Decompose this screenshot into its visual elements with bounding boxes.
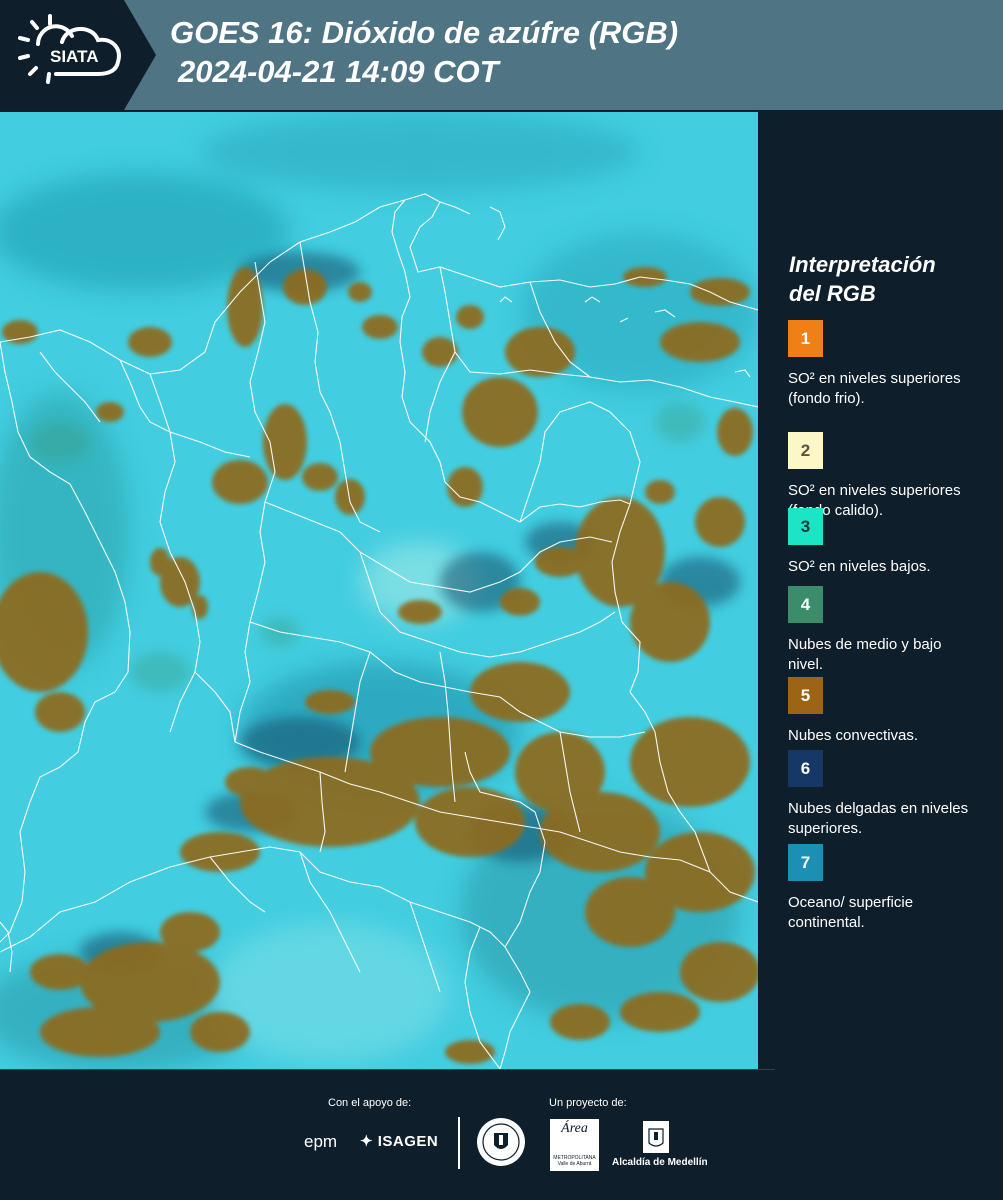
legend-title-line1: Interpretación [789, 252, 936, 277]
isagen-label: ISAGEN [377, 1133, 439, 1150]
epm-logo[interactable]: epm [304, 1132, 337, 1152]
legend-title: Interpretación del RGB [789, 250, 989, 308]
legend-swatch: 7 [788, 844, 823, 881]
area-logo-subtext: METROPOLITANA Valle de Aburrá [553, 1155, 596, 1167]
alcaldia-label[interactable]: Alcaldía de Medellín [612, 1157, 708, 1168]
legend-swatch: 4 [788, 586, 823, 623]
legend-swatch: 1 [788, 320, 823, 357]
legend-item-6: 6 Nubes delgadas en niveles superiores. [788, 750, 978, 839]
support-label: Con el apoyo de: [328, 1097, 412, 1109]
legend-label: Nubes delgadas en niveles superiores. [788, 800, 969, 837]
header: SIATA GOES 16: Dióxido de azúfre (RGB) 2… [0, 0, 1003, 110]
legend-panel: Interpretación del RGB 1 SO² en niveles s… [760, 112, 1003, 1069]
legend-title-line2: del RGB [789, 281, 876, 306]
sun-cloud-logo-icon: SIATA [0, 0, 156, 110]
legend-swatch: 2 [788, 432, 823, 469]
legend-swatch: 5 [788, 677, 823, 714]
legend-label: Nubes convectivas. [788, 727, 919, 744]
area-logo-text: Área [561, 1121, 588, 1136]
medellin-seal-icon[interactable] [476, 1117, 526, 1167]
siata-logo[interactable]: SIATA [0, 0, 156, 110]
area-metropolitana-logo[interactable]: Área METROPOLITANA Valle de Aburrá [550, 1119, 599, 1171]
legend-label: SO² en niveles superiores (fondo frio). [788, 370, 961, 407]
isagen-logo[interactable]: ✦ ISAGEN [360, 1132, 438, 1150]
satellite-rgb-image [0, 112, 758, 1069]
footer-vertical-divider [458, 1117, 460, 1169]
legend-item-3: 3 SO² en niveles bajos. [788, 508, 978, 577]
legend-label: Oceano/ superficie continental. [788, 894, 914, 931]
legend-item-1: 1 SO² en niveles superiores (fondo frio). [788, 320, 978, 409]
isagen-star-icon: ✦ [360, 1133, 374, 1150]
page-timestamp: 2024-04-21 14:09 COT [178, 54, 499, 89]
page-title: GOES 16: Dióxido de azúfre (RGB) [170, 15, 679, 50]
project-label: Un proyecto de: [549, 1097, 627, 1109]
alcaldia-building-icon [643, 1121, 669, 1153]
legend-label: SO² en niveles bajos. [788, 558, 931, 575]
satellite-map[interactable] [0, 112, 758, 1069]
legend-item-4: 4 Nubes de medio y bajo nivel. [788, 586, 978, 675]
svg-text:SIATA: SIATA [50, 47, 98, 66]
footer: Con el apoyo de: Un proyecto de: epm ✦ I… [0, 1069, 1003, 1200]
legend-swatch: 3 [788, 508, 823, 545]
legend-swatch: 6 [788, 750, 823, 787]
legend-label: Nubes de medio y bajo nivel. [788, 636, 942, 673]
legend-item-5: 5 Nubes convectivas. [788, 677, 978, 746]
footer-divider [0, 1069, 775, 1070]
legend-item-7: 7 Oceano/ superficie continental. [788, 844, 978, 933]
